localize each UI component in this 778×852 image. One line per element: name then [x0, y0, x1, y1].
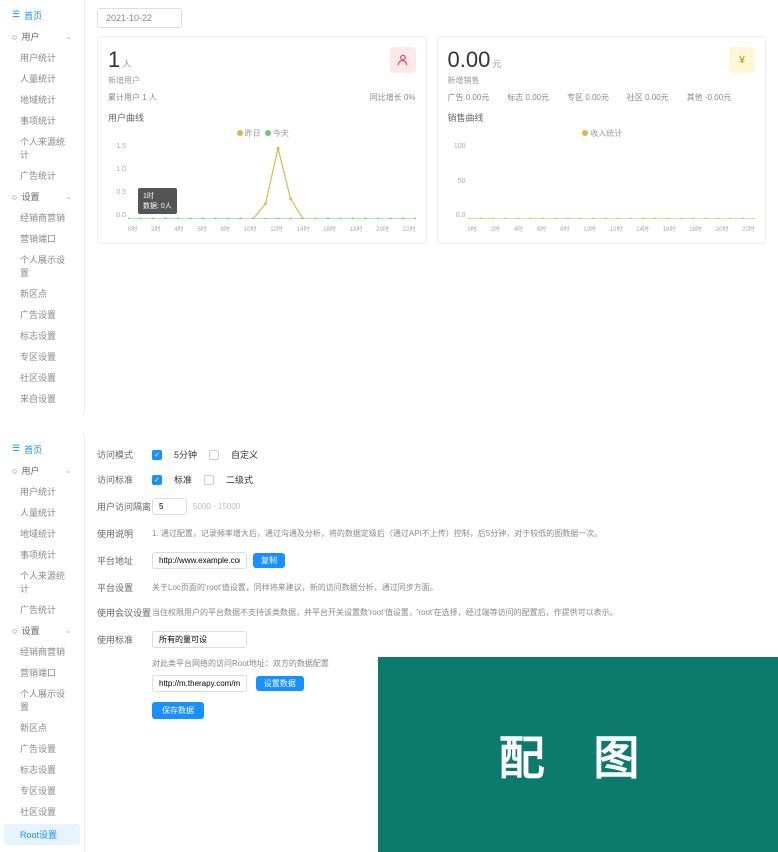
standard-input[interactable] — [152, 631, 247, 648]
sidebar-item[interactable]: 营销端口 — [0, 662, 84, 683]
sidebar-item[interactable]: 人量统计 — [0, 68, 84, 89]
sidebar-item[interactable]: 广告统计 — [0, 599, 84, 620]
card-revenue: 0.00元 新增销售 ¥ 广告 0.00元标志 0.00元专区 0.00元社区 … — [437, 36, 767, 244]
sidebar-item[interactable]: 地域统计 — [0, 523, 84, 544]
sidebar-item[interactable]: 标志设置 — [0, 759, 84, 780]
copy-button[interactable]: 复制 — [253, 553, 285, 568]
sidebar-item[interactable]: 经销商营销 — [0, 641, 84, 662]
sidebar-item[interactable]: 个人来源统计 — [0, 131, 84, 165]
root-url-input[interactable] — [152, 675, 247, 692]
sidebar-item[interactable]: 个人来源统计 — [0, 565, 84, 599]
chevron-down-icon: ⌄ — [65, 192, 72, 201]
radio-level2[interactable] — [204, 475, 214, 485]
nav-group-user[interactable]: ○用户⌄ — [0, 26, 84, 47]
nav-group-settings[interactable]: ○设置⌄ — [0, 186, 84, 207]
chart-revenue: 100500.0 0时2时4时6时8时10时12时14时16时18时20时22时 — [448, 143, 756, 233]
sidebar-item[interactable]: 地域统计 — [0, 89, 84, 110]
sidebar-item[interactable]: 广告设置 — [0, 304, 84, 325]
home-icon: ☰ — [12, 443, 20, 456]
chevron-down-icon: ⌄ — [65, 466, 72, 475]
chart-users: 1.51.00.50.0 1时数据: 0人 0时2时4时6时8时10时12时14… — [108, 143, 416, 233]
card-value: 0.00 — [448, 47, 491, 72]
home-icon: ☰ — [12, 9, 20, 22]
nav-home[interactable]: ☰首页 — [0, 5, 84, 26]
dashboard-content: 1人 新增用户 累计用户 1 人同比增长 0% 用户曲线 昨日 今天 1.51.… — [85, 0, 778, 414]
placeholder-banner: 配 图 — [378, 657, 778, 852]
user-icon — [390, 47, 416, 73]
money-icon: ¥ — [729, 47, 755, 73]
sidebar-item[interactable]: 新区点 — [0, 283, 84, 304]
chart-tooltip: 1时数据: 0人 — [138, 188, 177, 214]
sidebar-item[interactable]: 广告统计 — [0, 165, 84, 186]
sidebar-item[interactable]: Root设置 — [4, 824, 80, 845]
card-users: 1人 新增用户 累计用户 1 人同比增长 0% 用户曲线 昨日 今天 1.51.… — [97, 36, 427, 244]
sidebar-bottom: ☰首页 ○用户⌄ 用户统计人量统计地域统计事项统计个人来源统计广告统计 ○设置⌄… — [0, 434, 85, 852]
radio-custom[interactable] — [209, 450, 219, 460]
sidebar-item[interactable]: 用户统计 — [0, 47, 84, 68]
platform-url-input[interactable] — [152, 552, 247, 569]
chart-legend: 昨日 今天 — [108, 128, 416, 139]
date-picker[interactable] — [97, 8, 182, 28]
radio-5min[interactable] — [152, 450, 162, 460]
sidebar-item[interactable]: 标志设置 — [0, 325, 84, 346]
sidebar-item[interactable]: 事项统计 — [0, 110, 84, 131]
card-value: 1 — [108, 47, 120, 72]
nav-group-user[interactable]: ○用户⌄ — [0, 460, 84, 481]
save-button[interactable]: 保存数据 — [152, 702, 204, 719]
sidebar-item[interactable]: 广告设置 — [0, 738, 84, 759]
chart-legend: 收入统计 — [448, 128, 756, 139]
isolation-input[interactable] — [152, 498, 187, 515]
sidebar-item[interactable]: 人量统计 — [0, 502, 84, 523]
sidebar-item[interactable]: 用户统计 — [0, 481, 84, 502]
nav-home[interactable]: ☰首页 — [0, 439, 84, 460]
sidebar-item[interactable]: 新区点 — [0, 717, 84, 738]
sidebar-item[interactable]: 社区设置 — [0, 801, 84, 822]
nav-group-settings[interactable]: ○设置⌄ — [0, 620, 84, 641]
chevron-down-icon: ⌄ — [65, 626, 72, 635]
sidebar-item[interactable]: 社区设置 — [0, 367, 84, 388]
sidebar-item[interactable]: 营销端口 — [0, 228, 84, 249]
sidebar-item[interactable]: 事项统计 — [0, 544, 84, 565]
radio-standard[interactable] — [152, 475, 162, 485]
sidebar-item[interactable]: 专区设置 — [0, 346, 84, 367]
chevron-down-icon: ⌄ — [65, 32, 72, 41]
set-data-button[interactable]: 设置数据 — [256, 676, 304, 691]
sidebar-top: ☰首页 ○用户⌄ 用户统计人量统计地域统计事项统计个人来源统计广告统计 ○设置⌄… — [0, 0, 85, 414]
sidebar-item[interactable]: 个人展示设置 — [0, 683, 84, 717]
sidebar-item[interactable]: 经销商营销 — [0, 207, 84, 228]
sidebar-item[interactable]: 个人展示设置 — [0, 249, 84, 283]
sidebar-item[interactable]: 来自设置 — [0, 388, 84, 409]
